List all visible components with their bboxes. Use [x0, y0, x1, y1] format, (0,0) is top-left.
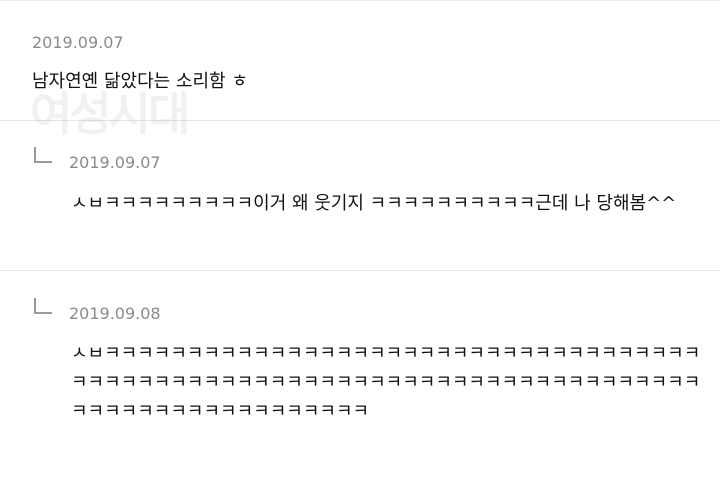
comment-text: 남자연옌 닮았다는 소리함 ㅎ: [32, 71, 248, 92]
comment-item: 2019.09.07 남자연옌 닮았다는 소리함 ㅎ: [0, 0, 720, 121]
reply-arrow-icon: [34, 147, 52, 163]
reply-date: 2019.09.08: [69, 304, 161, 323]
reply-item: 2019.09.07 ㅅㅂㅋㅋㅋㅋㅋㅋㅋㅋㅋ이거 왜 웃기지 ㅋㅋㅋㅋㅋㅋㅋㅋㅋ…: [0, 121, 720, 271]
reply-item: 2019.09.08 ㅅㅂㅋㅋㅋㅋㅋㅋㅋㅋㅋㅋㅋㅋㅋㅋㅋㅋㅋㅋㅋㅋㅋㅋㅋㅋㅋㅋㅋ…: [0, 271, 720, 482]
reply-date: 2019.09.07: [69, 153, 161, 172]
comment-date: 2019.09.07: [32, 33, 124, 52]
reply-arrow-icon: [34, 298, 52, 314]
reply-text: ㅅㅂㅋㅋㅋㅋㅋㅋㅋㅋㅋ이거 왜 웃기지 ㅋㅋㅋㅋㅋㅋㅋㅋㅋㅋ근데 나 당해봄^^: [71, 193, 677, 214]
reply-text: ㅅㅂㅋㅋㅋㅋㅋㅋㅋㅋㅋㅋㅋㅋㅋㅋㅋㅋㅋㅋㅋㅋㅋㅋㅋㅋㅋㅋㅋㅋㅋㅋㅋㅋㅋㅋㅋㅋㅋㅋ…: [71, 343, 701, 422]
